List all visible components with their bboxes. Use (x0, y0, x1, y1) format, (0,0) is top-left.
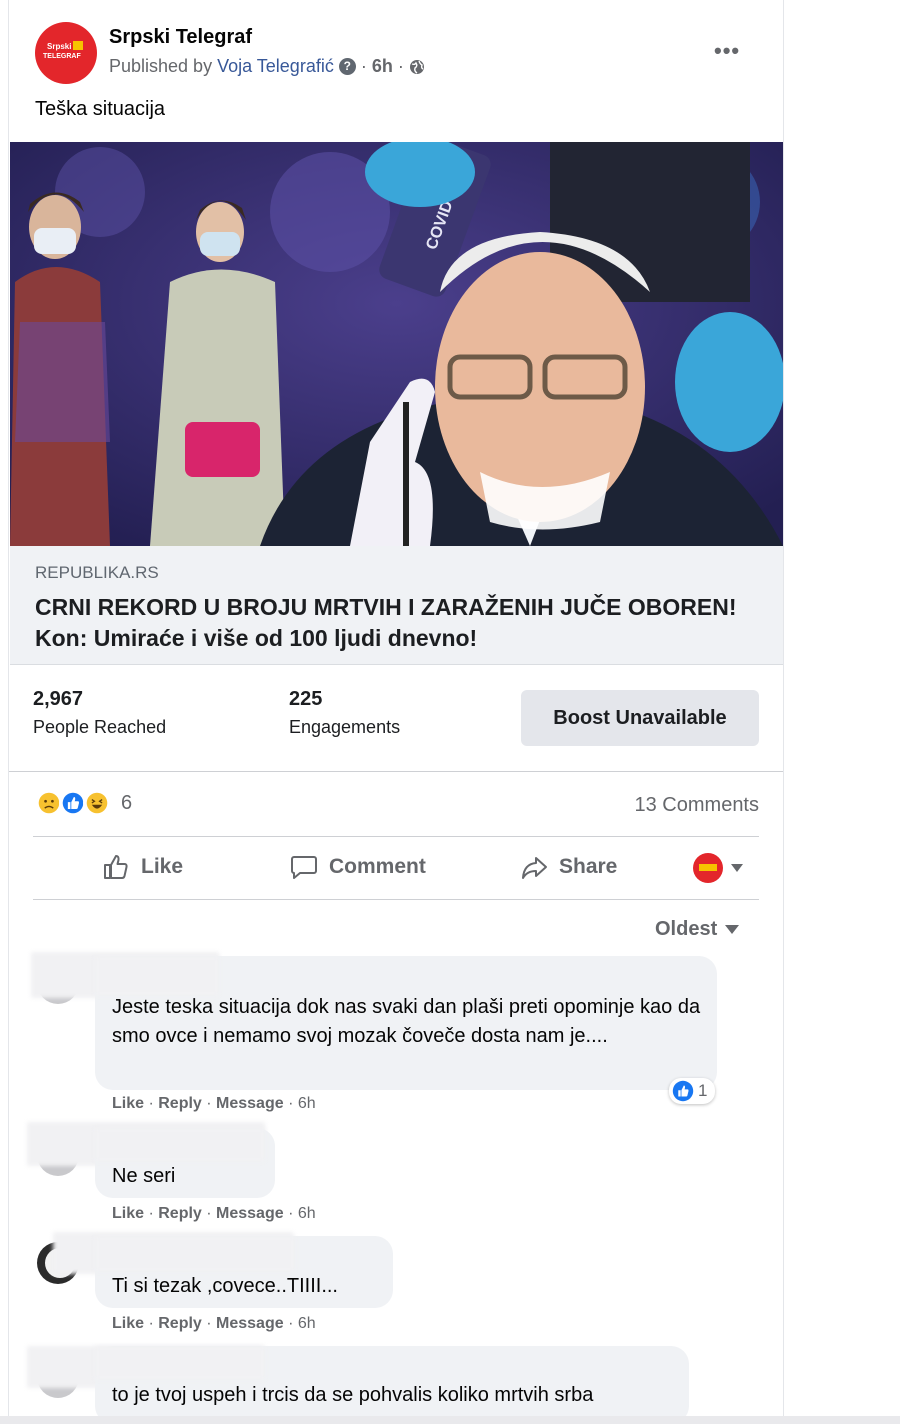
comment-like-link[interactable]: Like (112, 1315, 144, 1332)
post-time[interactable]: 6h (372, 56, 393, 77)
published-by-line: Published by Voja Telegrafić ? · 6h · (109, 56, 425, 77)
preview-photo: COVID-19 (10, 142, 783, 546)
people-reached-value: 2,967 (33, 688, 84, 710)
engagements-value: 225 (289, 688, 323, 710)
reaction-count: 6 (121, 791, 133, 814)
help-icon[interactable]: ? (338, 58, 356, 75)
comment-reply-link[interactable]: Reply (158, 1095, 202, 1112)
comment-time[interactable]: 6h (298, 1205, 316, 1222)
comment-text: to je tvoj uspeh i trcis da se pohvalis … (112, 1384, 594, 1406)
comment-label: Comment (329, 855, 426, 878)
people-reached-label: People Reached (33, 717, 167, 737)
divider (33, 836, 759, 837)
share-label: Share (559, 855, 618, 878)
comment-reaction-count: 1 (698, 1081, 708, 1100)
link-domain: REPUBLIKA.RS (35, 563, 159, 582)
comment-reply-link[interactable]: Reply (158, 1205, 202, 1222)
thumbs-up-icon (104, 855, 128, 879)
share-button[interactable]: Share (519, 852, 617, 882)
post-card: Srpski TELEGRAF Srpski Telegraf Publishe… (8, 0, 784, 1424)
engagements-stat[interactable]: 225 Engagements (289, 688, 400, 738)
comment-message-link[interactable]: Message (216, 1205, 284, 1222)
comment-text: Ti si tezak ,covece..TIIII... (112, 1275, 338, 1297)
published-by-label: Published by (109, 56, 213, 76)
page-name[interactable]: Srpski Telegraf (109, 26, 252, 49)
link-preview-box[interactable]: REPUBLIKA.RS CRNI REKORD U BROJU MRTVIH … (10, 546, 783, 665)
divider (33, 899, 759, 900)
chevron-down-icon (725, 925, 740, 934)
page-avatar-small (693, 853, 723, 883)
share-icon (522, 857, 547, 879)
chevron-down-icon (731, 864, 743, 872)
comment-reaction-badge[interactable]: 1 (669, 1078, 716, 1104)
avatar-logo-mark (73, 41, 83, 50)
comment-sort-dropdown[interactable]: Oldest (655, 918, 740, 941)
reactions-summary[interactable]: 6 (35, 789, 132, 817)
more-options-button[interactable]: ••• (714, 38, 740, 64)
comment-actions: Like · Reply · Message · 6h (112, 1315, 316, 1332)
comment-actions: Like · Reply · Message · 6h (112, 1095, 316, 1112)
like-button[interactable]: Like (101, 852, 183, 882)
redacted-name (95, 956, 219, 996)
author-link[interactable]: Voja Telegrafić (217, 56, 334, 77)
like-icon (672, 1080, 694, 1102)
comment-reply-link[interactable]: Reply (158, 1315, 202, 1332)
like-label: Like (141, 855, 184, 878)
comment-message-link[interactable]: Message (216, 1095, 284, 1112)
post-text: Teška situacija (35, 98, 166, 120)
bottom-edge (0, 1416, 900, 1424)
avatar-text-1: Srpski (47, 42, 72, 51)
comment-time[interactable]: 6h (298, 1315, 316, 1332)
separator: · (360, 56, 367, 76)
comment-like-link[interactable]: Like (112, 1095, 144, 1112)
separator: · (397, 56, 404, 76)
globe-icon[interactable] (409, 59, 425, 75)
engagements-label: Engagements (289, 717, 401, 737)
avatar-text-2: TELEGRAF (43, 53, 81, 60)
page-avatar[interactable]: Srpski TELEGRAF (35, 22, 97, 84)
redacted-name (95, 1346, 265, 1380)
comment-text: Jeste teska situacija dok nas svaki dan … (112, 996, 701, 1047)
comment-icon (291, 856, 317, 879)
comment-like-link[interactable]: Like (112, 1205, 144, 1222)
post-as-selector[interactable] (693, 853, 743, 883)
redacted-name (95, 1236, 295, 1272)
link-headline: CRNI REKORD U BROJU MRTVIH I ZARAŽENIH J… (35, 594, 737, 651)
divider (9, 771, 783, 772)
comments-count[interactable]: 13 Comments (635, 794, 760, 817)
sort-label: Oldest (655, 918, 718, 940)
comment-button[interactable]: Comment (289, 852, 426, 882)
redacted-name (95, 1128, 265, 1162)
boost-button[interactable]: Boost Unavailable (521, 690, 759, 746)
comment-text: Ne seri (112, 1165, 176, 1187)
comment-message-link[interactable]: Message (216, 1315, 284, 1332)
link-preview-image[interactable]: COVID-19 (10, 142, 783, 546)
haha-icon (83, 789, 111, 817)
people-reached-stat[interactable]: 2,967 People Reached (33, 688, 166, 738)
comment-time[interactable]: 6h (298, 1095, 316, 1112)
comment-actions: Like · Reply · Message · 6h (112, 1205, 316, 1222)
